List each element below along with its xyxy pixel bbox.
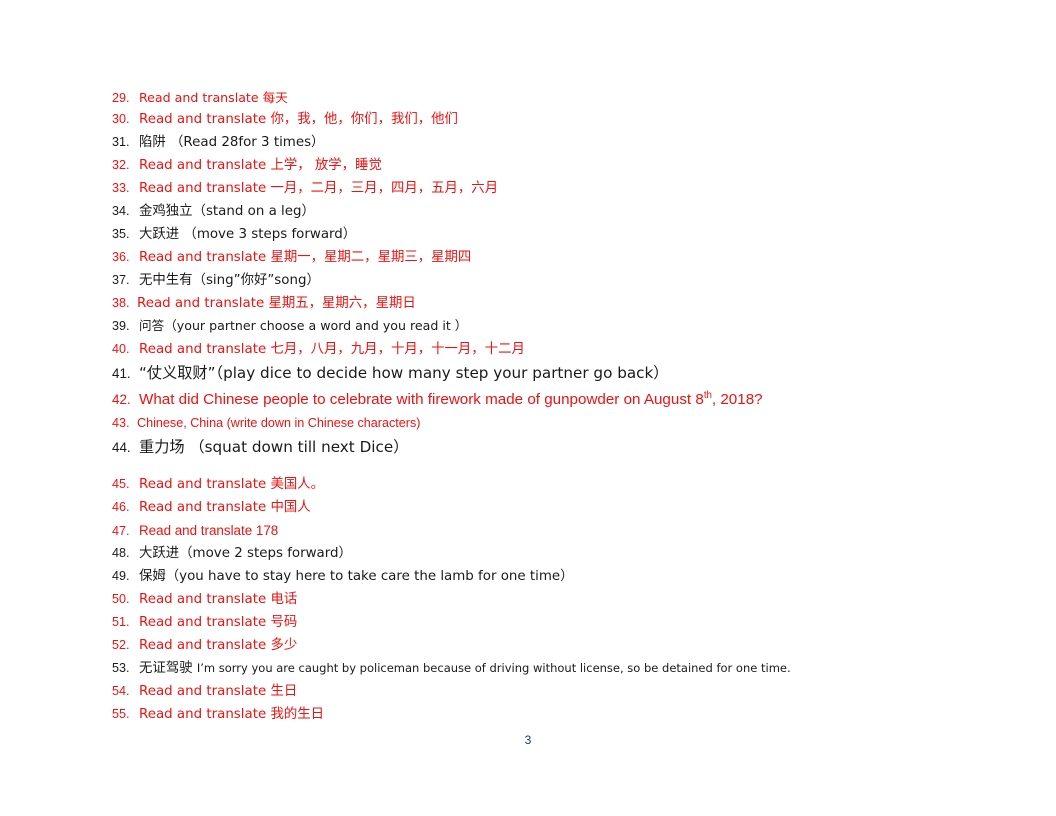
item-number: 32. [112, 158, 130, 173]
list-item: 55. Read and translate 我的生日 [112, 706, 942, 731]
list-item: 39. 问答（your partner choose a word and yo… [112, 320, 942, 343]
item-text: 大跃进（move 2 steps forward） [139, 545, 352, 561]
item-text: Read and translate 号码 [139, 614, 298, 630]
item-number: 42. [112, 391, 131, 407]
item-number: 35. [112, 227, 130, 242]
list-item: 48. 大跃进（move 2 steps forward） [112, 545, 942, 570]
item-number: 53. [112, 660, 130, 675]
item-text: Read and translate 我的生日 [139, 706, 325, 722]
item-number: 43. [112, 416, 130, 431]
item-number: 34. [112, 204, 130, 219]
document-page: 29. Read and translate 每天 30. Read and t… [0, 0, 1056, 816]
list-item: 46. Read and translate 中国人 [112, 499, 942, 524]
list-item: 31. 陷阱 （Read 28for 3 times） [112, 136, 942, 159]
item-text-emphasis: Dice [359, 438, 394, 457]
list-item: 41. “仗义取财”（play dice to decide how many … [112, 366, 942, 392]
item-text-tail: ） [393, 438, 409, 457]
list-item: 42. What did Chinese people to celebrate… [112, 389, 942, 418]
item-number: 36. [112, 250, 130, 265]
item-number: 49. [112, 568, 130, 583]
list-item: 54. Read and translate 生日 [112, 683, 942, 708]
item-text-english: I’m sorry you are caught by policeman be… [196, 660, 791, 675]
item-number: 51. [112, 614, 130, 629]
item-number: 55. [112, 706, 130, 721]
item-text: Read and translate 生日 [139, 683, 298, 699]
list-item: 40. Read and translate 七月，八月，九月，十月，十一月，十… [112, 343, 942, 366]
item-text: 大跃进 （move 3 steps forward） [139, 227, 357, 243]
list-item: 45. Read and translate 美国人。 [112, 476, 942, 501]
item-text-main: 重力场 （squat down till next [139, 438, 360, 457]
list-item: 38. Read and translate 星期五，星期六，星期日 [112, 297, 942, 320]
item-text: Read and translate 电话 [139, 591, 298, 607]
list-item: 29. Read and translate 每天 [112, 90, 942, 113]
list-item: 53. 无证驾驶 I’m sorry you are caught by pol… [112, 662, 942, 685]
numbered-activity-list: 29. Read and translate 每天 30. Read and t… [112, 90, 942, 731]
item-number: 30. [112, 112, 130, 127]
item-number: 44. [112, 440, 131, 456]
item-text: Read and translate 星期一，星期二，星期三，星期四 [139, 250, 472, 266]
item-text: Read and translate 七月，八月，九月，十月，十一月，十二月 [139, 342, 525, 358]
list-item: 50. Read and translate 电话 [112, 591, 942, 616]
ordinal-suffix: th [703, 389, 712, 401]
item-text: Read and translate 上学， 放学，睡觉 [139, 158, 382, 174]
page-number: 3 [524, 733, 532, 747]
item-text: 重力场 （squat down till next Dice） [139, 440, 408, 455]
item-number: 39. [112, 319, 130, 334]
item-text: Read and translate 每天 [139, 90, 288, 105]
item-number: 48. [112, 545, 130, 560]
item-number: 52. [112, 637, 130, 652]
list-item: 33. Read and translate 一月，二月，三月，四月，五月，六月 [112, 182, 942, 205]
item-text-main: What did Chinese people to celebrate wit… [139, 390, 704, 408]
list-item: 37. 无中生有（sing”你好”song） [112, 274, 942, 297]
item-text: 无中生有（sing”你好”song） [139, 273, 320, 289]
list-item: 44. 重力场 （squat down till next Dice） [112, 440, 942, 466]
item-text: 金鸡独立（stand on a leg） [139, 204, 315, 220]
item-number: 29. [112, 91, 130, 105]
list-item: 36. Read and translate 星期一，星期二，星期三，星期四 [112, 251, 942, 274]
list-item: 52. Read and translate 多少 [112, 637, 942, 662]
list-item: 34. 金鸡独立（stand on a leg） [112, 205, 942, 228]
item-number: 40. [112, 342, 130, 357]
item-number: 41. [112, 366, 131, 382]
item-text: Read and translate 美国人。 [139, 476, 325, 492]
item-number: 33. [112, 181, 130, 196]
item-number: 37. [112, 273, 130, 288]
item-text: Read and translate 多少 [139, 637, 298, 653]
list-item: 30. Read and translate 你，我，他，你们，我们，他们 [112, 113, 942, 136]
item-text: Read and translate 星期五，星期六，星期日 [137, 296, 416, 312]
item-text: 问答（your partner choose a word and you re… [139, 318, 468, 334]
item-text: 无证驾驶 I’m sorry you are caught by policem… [139, 662, 791, 675]
item-number: 38. [112, 296, 130, 311]
item-text: 陷阱 （Read 28for 3 times） [139, 135, 325, 151]
item-text-tail: , 2018? [711, 390, 763, 408]
item-text: What did Chinese people to celebrate wit… [139, 389, 763, 408]
item-number: 31. [112, 135, 130, 150]
item-text: Read and translate 中国人 [139, 499, 311, 515]
item-text: “仗义取财”（play dice to decide how many step… [139, 364, 669, 383]
list-item: 49. 保姆（you have to stay here to take car… [112, 568, 942, 593]
item-text: Read and translate 178 [139, 522, 279, 538]
list-item: 43. Chinese, China (write down in Chines… [112, 417, 942, 440]
item-text: Read and translate 你，我，他，你们，我们，他们 [139, 112, 458, 128]
item-text-cjk: 无证驾驶 [139, 660, 197, 676]
item-text: Read and translate 一月，二月，三月，四月，五月，六月 [139, 181, 499, 197]
item-text: 保姆（you have to stay here to take care th… [139, 568, 574, 584]
list-item: 35. 大跃进 （move 3 steps forward） [112, 228, 942, 251]
item-number: 54. [112, 683, 130, 698]
item-number: 47. [112, 523, 130, 538]
item-text: Chinese, China (write down in Chinese ch… [137, 416, 421, 431]
item-number: 50. [112, 591, 130, 606]
list-item: 51. Read and translate 号码 [112, 614, 942, 639]
item-number: 45. [112, 476, 130, 491]
list-item: 32. Read and translate 上学， 放学，睡觉 [112, 159, 942, 182]
item-number: 46. [112, 499, 130, 514]
list-item: 47. Read and translate 178 [112, 522, 942, 547]
